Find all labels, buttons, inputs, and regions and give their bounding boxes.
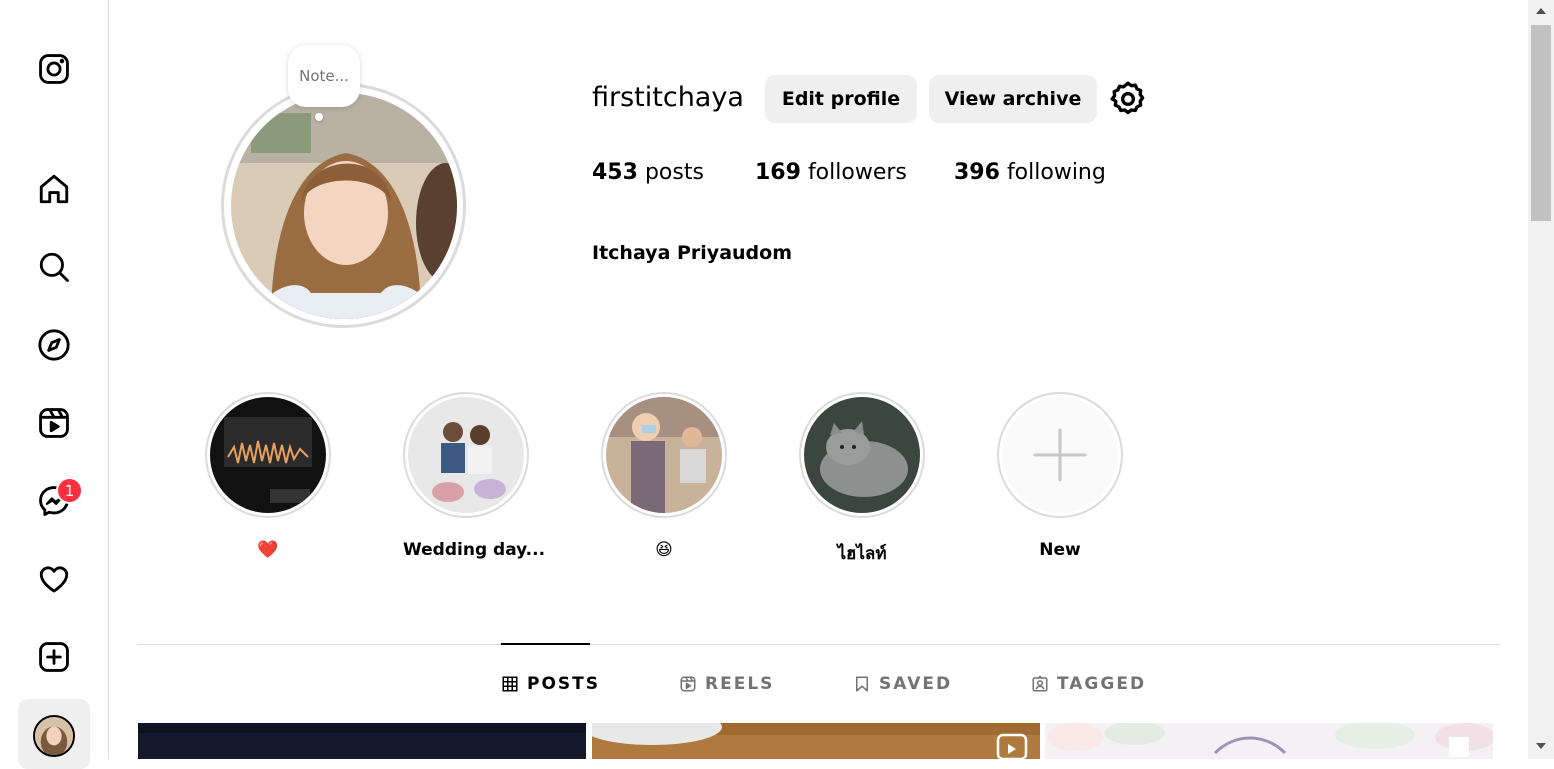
- tab-tagged[interactable]: TAGGED: [1031, 672, 1146, 696]
- plus-icon: [1002, 397, 1118, 513]
- page-scrollbar[interactable]: [1528, 0, 1554, 759]
- highlight-cover: [804, 397, 920, 513]
- highlight-ring: [601, 392, 727, 518]
- highlight-label: Wedding day...: [403, 540, 546, 560]
- profile-avatar[interactable]: [221, 83, 466, 328]
- avatar: [33, 715, 75, 757]
- highlight-item[interactable]: Wedding day...: [403, 392, 546, 560]
- highlight-cover: [210, 397, 326, 513]
- posts-count: 453: [592, 160, 638, 185]
- highlight-ring: [403, 392, 529, 518]
- edit-profile-button[interactable]: Edit profile: [765, 75, 917, 123]
- new-highlight-button[interactable]: New: [997, 392, 1123, 560]
- tabs-divider: [138, 644, 1500, 645]
- tab-label: REELS: [705, 674, 775, 694]
- tab-label: TAGGED: [1057, 674, 1147, 694]
- tab-label: POSTS: [527, 674, 600, 694]
- highlight-cover: [606, 397, 722, 513]
- following-label: following: [1006, 160, 1106, 185]
- bookmark-icon: [856, 676, 868, 692]
- profile-main: Note... firstitchaya Edit profile View a…: [110, 0, 1528, 759]
- messages-badge: 1: [56, 477, 83, 504]
- search-icon[interactable]: [34, 247, 74, 287]
- post-thumbnail[interactable]: [1045, 723, 1493, 759]
- followers-label: followers: [807, 160, 907, 185]
- reels-icon: [680, 676, 696, 692]
- heart-icon[interactable]: [34, 559, 74, 599]
- instagram-logo-icon[interactable]: [34, 49, 74, 89]
- posts-stat: 453 posts: [592, 160, 704, 185]
- followers-count: 169: [755, 160, 801, 185]
- create-plus-icon[interactable]: [34, 637, 74, 677]
- highlight-item[interactable]: ❤️: [205, 392, 331, 560]
- highlight-ring: [997, 392, 1123, 518]
- home-icon[interactable]: [34, 169, 74, 209]
- highlight-cover: [408, 397, 524, 513]
- highlight-ring: [205, 392, 331, 518]
- view-archive-button[interactable]: View archive: [929, 75, 1097, 123]
- following-count: 396: [954, 160, 1000, 185]
- posts-label: posts: [644, 160, 704, 185]
- scroll-thumb[interactable]: [1531, 25, 1551, 221]
- tagged-icon: [1032, 675, 1048, 692]
- highlight-label: 😆: [655, 540, 673, 560]
- post-thumbnail[interactable]: [138, 723, 586, 759]
- active-tab-indicator: [501, 643, 590, 645]
- sidebar: 1: [0, 0, 109, 769]
- highlight-label: ❤️: [257, 540, 279, 560]
- note-bubble[interactable]: Note...: [288, 45, 360, 107]
- tab-label: SAVED: [879, 674, 953, 694]
- explore-compass-icon[interactable]: [34, 325, 74, 365]
- scroll-up-arrow-icon[interactable]: [1536, 8, 1546, 14]
- profile-username: firstitchaya: [592, 82, 744, 113]
- highlight-ring: [799, 392, 925, 518]
- post-thumbnail[interactable]: [592, 723, 1040, 759]
- highlight-item[interactable]: ไฮไลท์: [799, 392, 925, 567]
- highlight-label: ไฮไลท์: [837, 544, 887, 564]
- profile-photo: [230, 92, 457, 319]
- reels-icon[interactable]: [34, 403, 74, 443]
- highlight-item[interactable]: 😆: [601, 392, 727, 560]
- scroll-down-arrow-icon[interactable]: [1536, 743, 1546, 749]
- highlight-label: New: [1039, 540, 1081, 560]
- gear-icon[interactable]: [1108, 79, 1148, 119]
- grid-icon: [502, 676, 518, 692]
- tab-saved[interactable]: SAVED: [853, 672, 952, 696]
- note-bubble-tail: [315, 113, 323, 121]
- profile-full-name: Itchaya Priyaudom: [592, 242, 792, 264]
- followers-stat[interactable]: 169 followers: [755, 160, 907, 185]
- following-stat[interactable]: 396 following: [954, 160, 1106, 185]
- tab-reels[interactable]: REELS: [679, 672, 774, 696]
- tab-posts[interactable]: POSTS: [501, 672, 600, 696]
